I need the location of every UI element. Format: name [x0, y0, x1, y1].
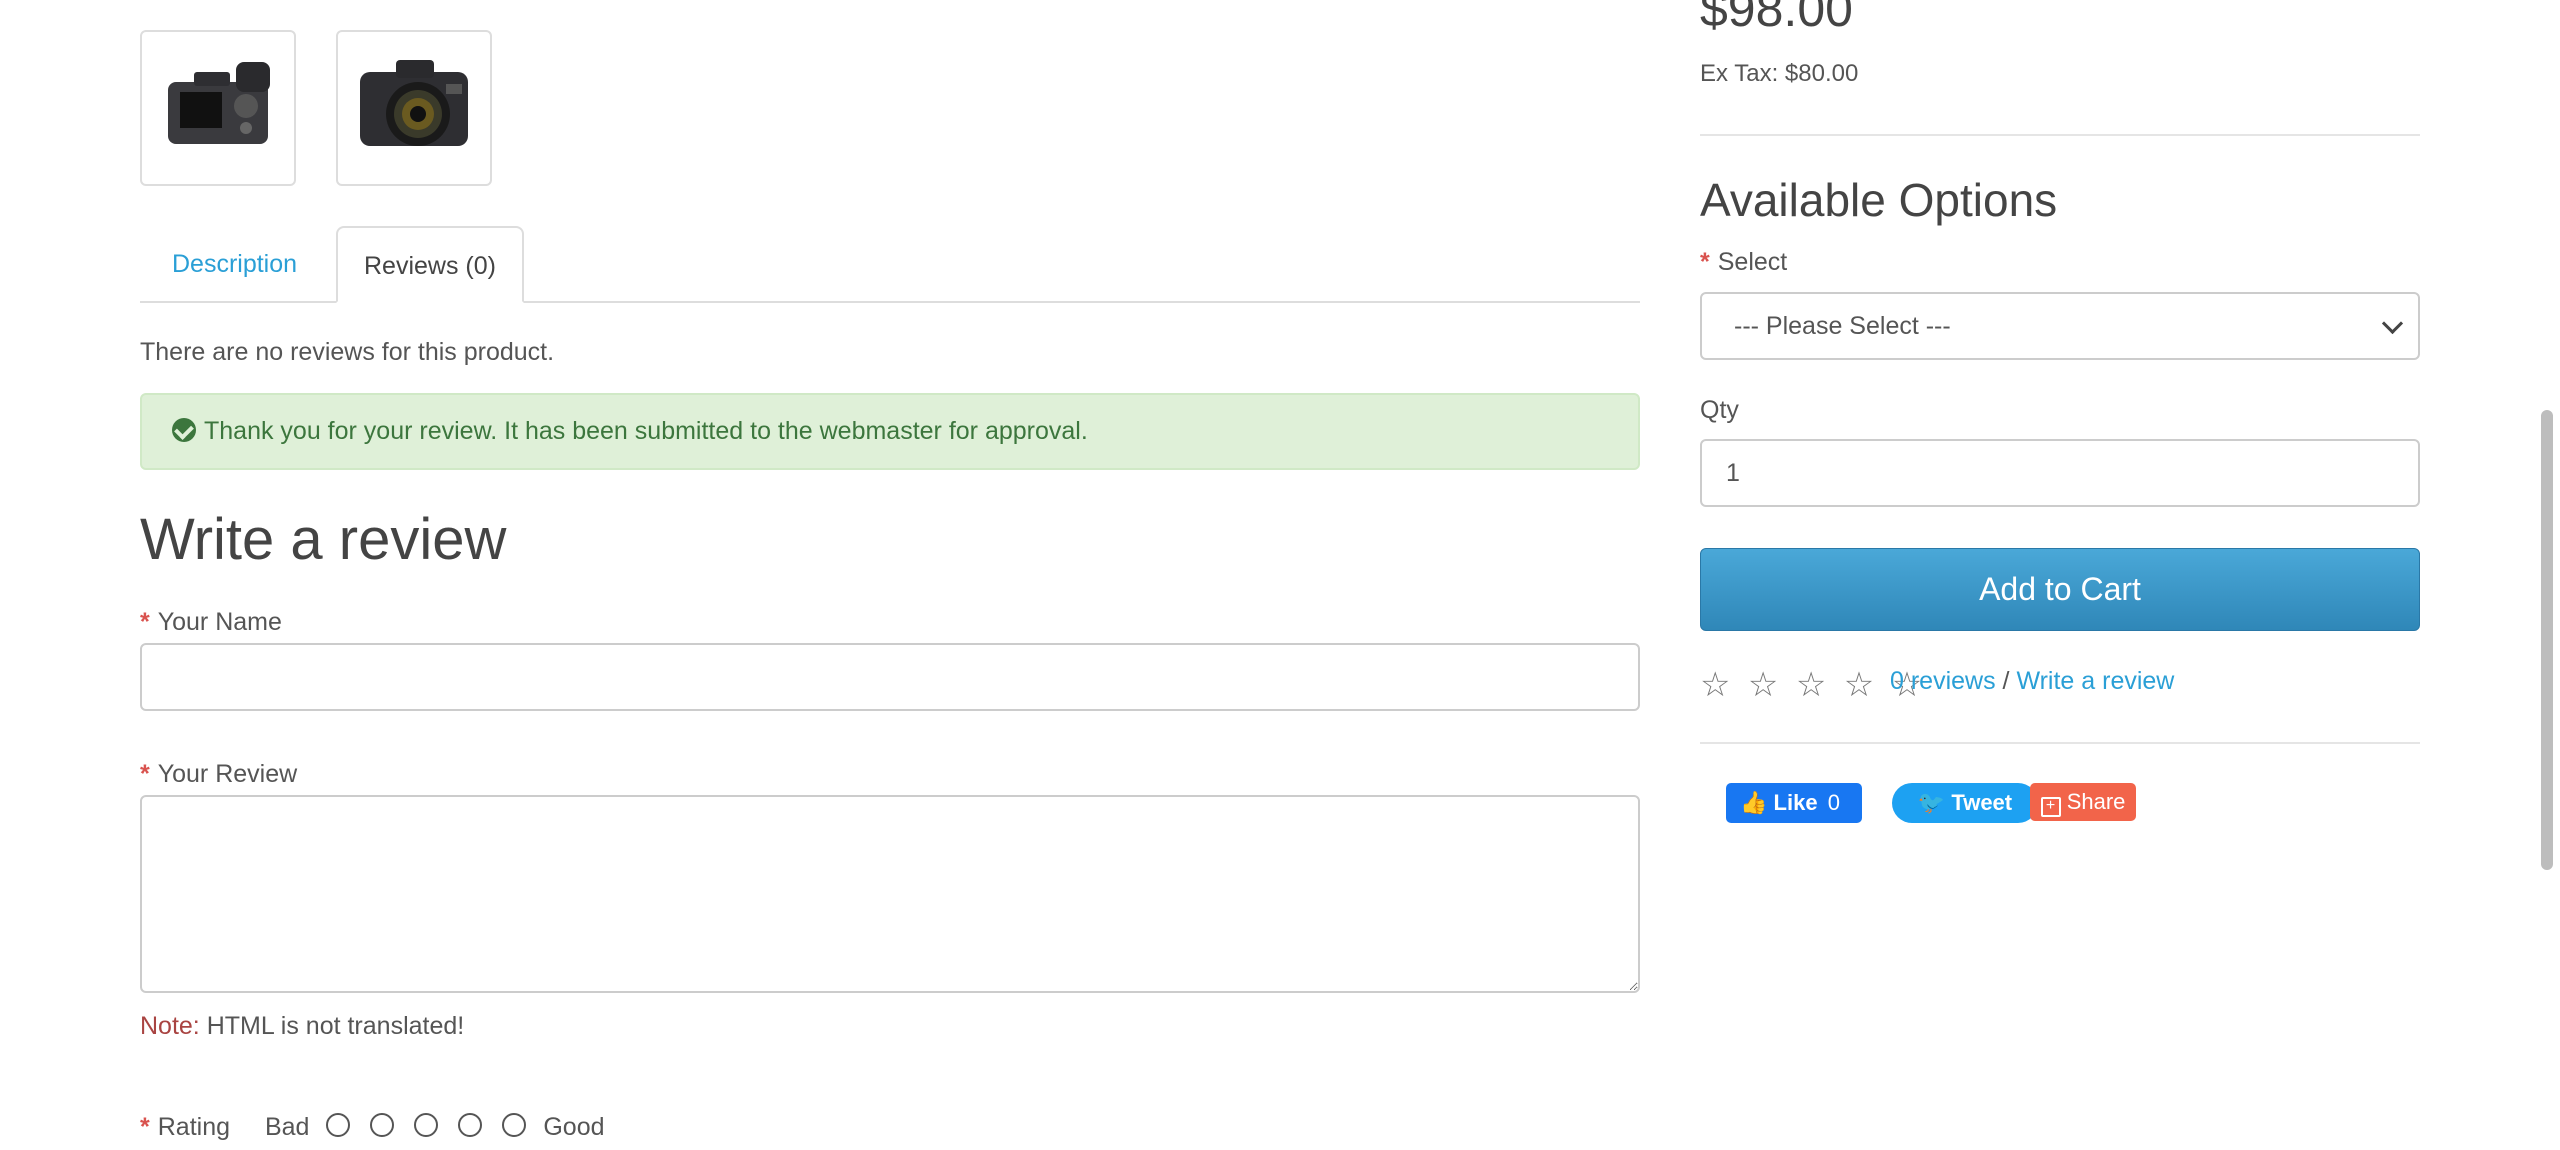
plus-square-icon: +: [2040, 797, 2061, 817]
qty-label: Qty: [1700, 396, 1739, 424]
rating-radio-2[interactable]: [370, 1113, 395, 1137]
check-circle-icon: [172, 418, 196, 442]
thumbs-up-icon: 👍: [1740, 790, 1768, 815]
divider: [1700, 134, 2420, 136]
add-to-cart-button[interactable]: Add to Cart: [1700, 548, 2420, 631]
required-asterisk: *: [140, 760, 150, 788]
product-thumbnail-front[interactable]: [336, 30, 492, 186]
chevron-down-icon: [2381, 312, 2404, 335]
scrollbar-thumb[interactable]: [2541, 410, 2553, 870]
rating-links: 0 reviews / Write a review: [1890, 667, 2174, 696]
option-select[interactable]: --- Please Select ---: [1700, 292, 2420, 360]
share-label: Share: [2066, 789, 2126, 814]
note-label: Note:: [140, 1012, 200, 1040]
twitter-bird-icon: 🐦: [1917, 790, 1946, 815]
required-asterisk: *: [140, 608, 150, 636]
required-asterisk: *: [1700, 248, 1710, 276]
select-label: * Select: [1700, 248, 1787, 277]
rating-radio-3[interactable]: [414, 1113, 439, 1137]
html-note: Note: HTML is not translated!: [140, 1012, 464, 1041]
write-review-heading: Write a review: [140, 507, 507, 572]
success-alert-text: Thank you for your review. It has been s…: [204, 417, 1088, 445]
note-text: HTML is not translated!: [206, 1012, 465, 1040]
rating-radio-4[interactable]: [458, 1113, 483, 1137]
like-count: 0: [1827, 790, 1840, 815]
qty-input[interactable]: [1700, 439, 2420, 507]
tweet-button[interactable]: 🐦 Tweet: [1892, 783, 2038, 823]
tab-description[interactable]: Description: [140, 226, 329, 303]
tab-reviews[interactable]: Reviews (0): [336, 226, 524, 303]
camera-front-image: [360, 60, 468, 146]
name-label: * Your Name: [140, 608, 282, 637]
name-input[interactable]: [140, 643, 1640, 711]
no-reviews-text: There are no reviews for this product.: [140, 338, 555, 366]
rating-separator: /: [2002, 667, 2010, 695]
select-label-text: Select: [1717, 248, 1788, 276]
write-review-link[interactable]: Write a review: [2016, 667, 2174, 695]
divider: [1700, 742, 2420, 744]
option-select-value: --- Please Select ---: [1734, 312, 1951, 340]
rating-radio-5[interactable]: [502, 1113, 527, 1137]
like-label: Like: [1773, 790, 1818, 815]
share-button[interactable]: + Share: [2030, 783, 2136, 821]
rating-row: * Rating Bad Good: [140, 1113, 605, 1142]
available-options-heading: Available Options: [1700, 174, 2058, 226]
review-textarea[interactable]: [140, 795, 1640, 993]
product-thumbnail-back[interactable]: [140, 30, 296, 186]
rating-radio-1[interactable]: [326, 1113, 351, 1137]
tweet-label: Tweet: [1951, 790, 2013, 815]
name-label-text: Your Name: [157, 608, 282, 636]
success-alert: Thank you for your review. It has been s…: [140, 393, 1640, 470]
camera-back-image: [168, 62, 270, 144]
review-label-text: Your Review: [157, 760, 298, 788]
product-price: $98.00: [1700, 0, 1853, 37]
ex-tax-price: Ex Tax: $80.00: [1700, 60, 1859, 87]
review-label: * Your Review: [140, 760, 297, 789]
facebook-like-button[interactable]: 👍 Like 0: [1726, 783, 1862, 823]
rating-bad-label: Bad: [264, 1113, 310, 1141]
rating-label: Rating: [157, 1113, 230, 1141]
reviews-count-link[interactable]: 0 reviews: [1890, 667, 1996, 695]
rating-good-label: Good: [543, 1113, 605, 1141]
required-asterisk: *: [140, 1113, 150, 1141]
